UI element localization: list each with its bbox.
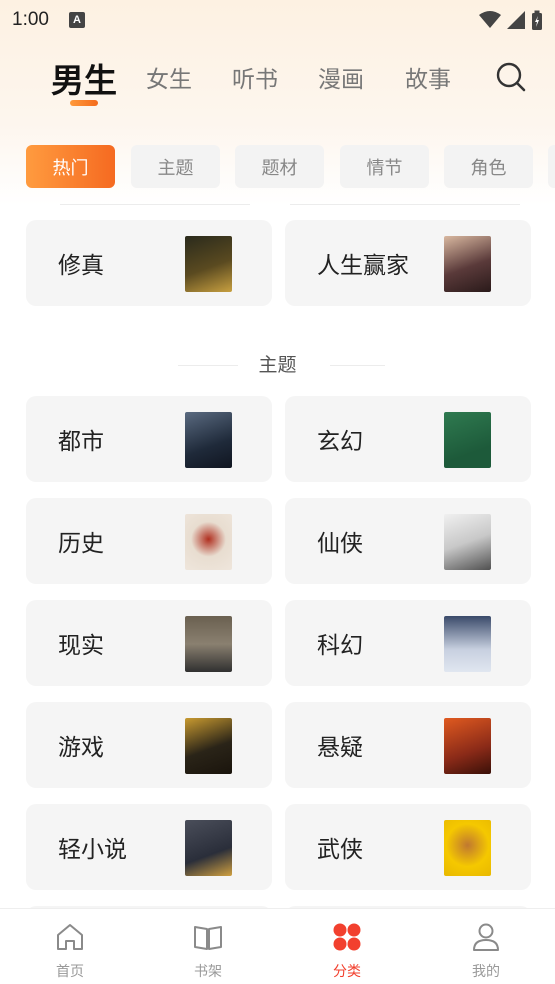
category-label: 轻小说 — [58, 837, 127, 863]
nav-bookshelf[interactable]: 书架 — [158, 909, 258, 984]
home-icon — [57, 924, 83, 950]
section-title: 主题 — [258, 354, 297, 376]
book-cover — [185, 718, 232, 774]
tab-audiobook[interactable]: 听书 — [232, 60, 278, 94]
search-icon[interactable] — [496, 62, 526, 92]
category-card-mystery[interactable]: 悬疑 — [285, 702, 531, 788]
status-bar: 1:00 A — [0, 0, 555, 40]
divider — [330, 365, 385, 366]
bookshelf-icon — [194, 926, 222, 950]
tab-male[interactable]: 男生 — [51, 54, 117, 102]
category-label: 游戏 — [58, 735, 104, 761]
category-card-game[interactable]: 游戏 — [26, 702, 272, 788]
category-label: 历史 — [58, 531, 104, 557]
nav-profile[interactable]: 我的 — [436, 909, 536, 984]
chip-more[interactable] — [548, 145, 555, 188]
category-label: 武侠 — [317, 837, 363, 863]
nav-label: 首页 — [56, 964, 84, 980]
nav-home[interactable]: 首页 — [20, 909, 120, 984]
section-header: 主题 — [0, 350, 555, 380]
book-cover — [185, 616, 232, 672]
active-tab-indicator — [70, 100, 98, 106]
book-cover — [185, 412, 232, 468]
chip-plot[interactable]: 情节 — [340, 145, 429, 188]
battery-icon — [532, 10, 542, 30]
category-card-xiuzhen[interactable]: 修真 — [26, 220, 272, 306]
category-card-city[interactable]: 都市 — [26, 396, 272, 482]
wifi-icon — [479, 11, 501, 28]
nav-label: 分类 — [333, 964, 361, 980]
status-indicators — [479, 10, 543, 30]
category-label: 都市 — [58, 429, 104, 455]
tab-female[interactable]: 女生 — [146, 60, 192, 94]
chip-hot[interactable]: 热门 — [26, 145, 115, 188]
nav-label: 书架 — [194, 964, 222, 980]
book-cover — [185, 514, 232, 570]
signal-icon — [507, 11, 525, 29]
category-card-scifi[interactable]: 科幻 — [285, 600, 531, 686]
category-card-wuxia[interactable]: 武侠 — [285, 804, 531, 890]
tab-comic[interactable]: 漫画 — [318, 60, 364, 94]
category-label: 玄幻 — [317, 429, 363, 455]
chip-genre[interactable]: 题材 — [235, 145, 324, 188]
category-label: 悬疑 — [317, 735, 363, 761]
category-card-fantasy[interactable]: 玄幻 — [285, 396, 531, 482]
chip-role[interactable]: 角色 — [444, 145, 533, 188]
category-label: 科幻 — [317, 633, 363, 659]
book-cover — [185, 820, 232, 876]
book-cover — [185, 236, 232, 292]
book-cover — [444, 616, 491, 672]
category-card-xianxia[interactable]: 仙侠 — [285, 498, 531, 584]
category-label: 修真 — [58, 253, 104, 279]
category-label: 人生赢家 — [317, 253, 409, 279]
category-card-history[interactable]: 历史 — [26, 498, 272, 584]
chip-theme[interactable]: 主题 — [131, 145, 220, 188]
notification-a-icon: A — [68, 12, 85, 28]
profile-icon — [473, 923, 499, 951]
category-content: 修真 人生赢家 主题 都市 玄幻 历史 仙侠 现实 科幻 游戏 悬疑 轻小说 武… — [0, 200, 555, 908]
divider — [60, 204, 250, 205]
status-time: 1:00 — [12, 9, 49, 30]
book-cover — [444, 236, 491, 292]
category-label: 现实 — [58, 633, 104, 659]
divider — [290, 204, 520, 205]
tab-story[interactable]: 故事 — [405, 60, 451, 94]
bottom-navigation: 首页 书架 分类 我的 — [0, 908, 555, 984]
nav-label: 我的 — [472, 964, 500, 980]
category-card-reality[interactable]: 现实 — [26, 600, 272, 686]
book-cover — [444, 412, 491, 468]
category-card-light-novel[interactable]: 轻小说 — [26, 804, 272, 890]
category-label: 仙侠 — [317, 531, 363, 557]
book-cover — [444, 718, 491, 774]
channel-tabs: 男生 女生 听书 漫画 故事 — [0, 52, 555, 112]
nav-category[interactable]: 分类 — [297, 909, 397, 984]
category-icon — [333, 923, 361, 951]
category-card-winner[interactable]: 人生赢家 — [285, 220, 531, 306]
book-cover — [444, 820, 491, 876]
book-cover — [444, 514, 491, 570]
filter-chips: 热门 主题 题材 情节 角色 — [0, 145, 555, 189]
